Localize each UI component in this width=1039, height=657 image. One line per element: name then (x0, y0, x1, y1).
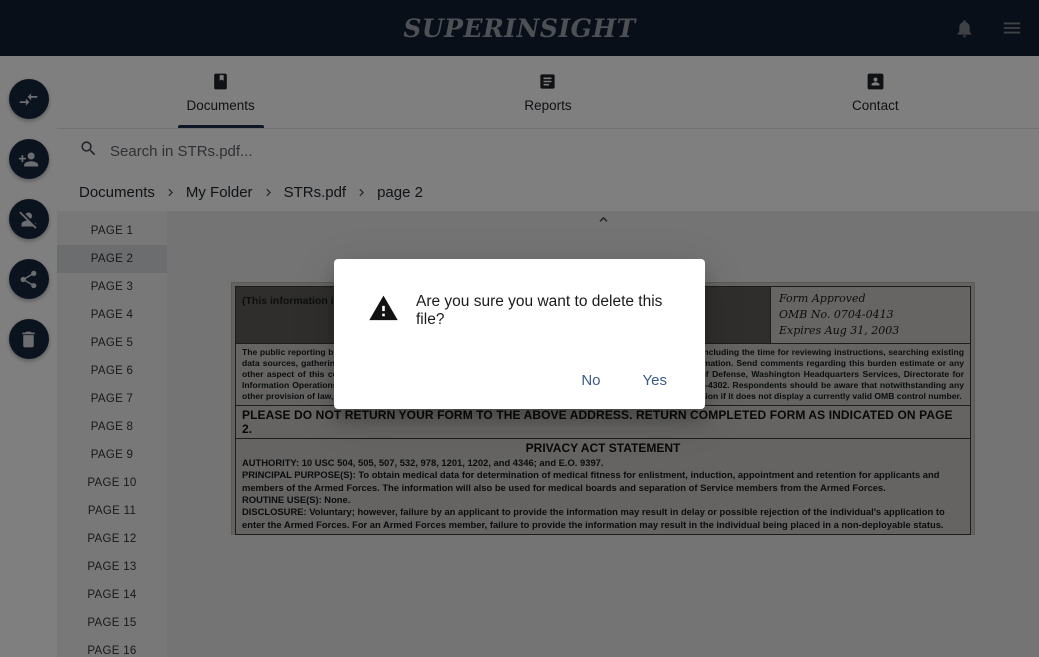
dialog-message: Are you sure you want to delete this fil… (416, 293, 663, 328)
dialog-actions: No Yes (334, 366, 705, 409)
warning-triangle-icon (368, 293, 399, 329)
dialog-no-button[interactable]: No (565, 366, 616, 395)
delete-confirm-dialog: Are you sure you want to delete this fil… (334, 259, 705, 409)
dialog-yes-button[interactable]: Yes (627, 366, 683, 395)
app-root: SUPERINSIGHT (0, 0, 1039, 657)
dialog-body: Are you sure you want to delete this fil… (334, 259, 705, 329)
